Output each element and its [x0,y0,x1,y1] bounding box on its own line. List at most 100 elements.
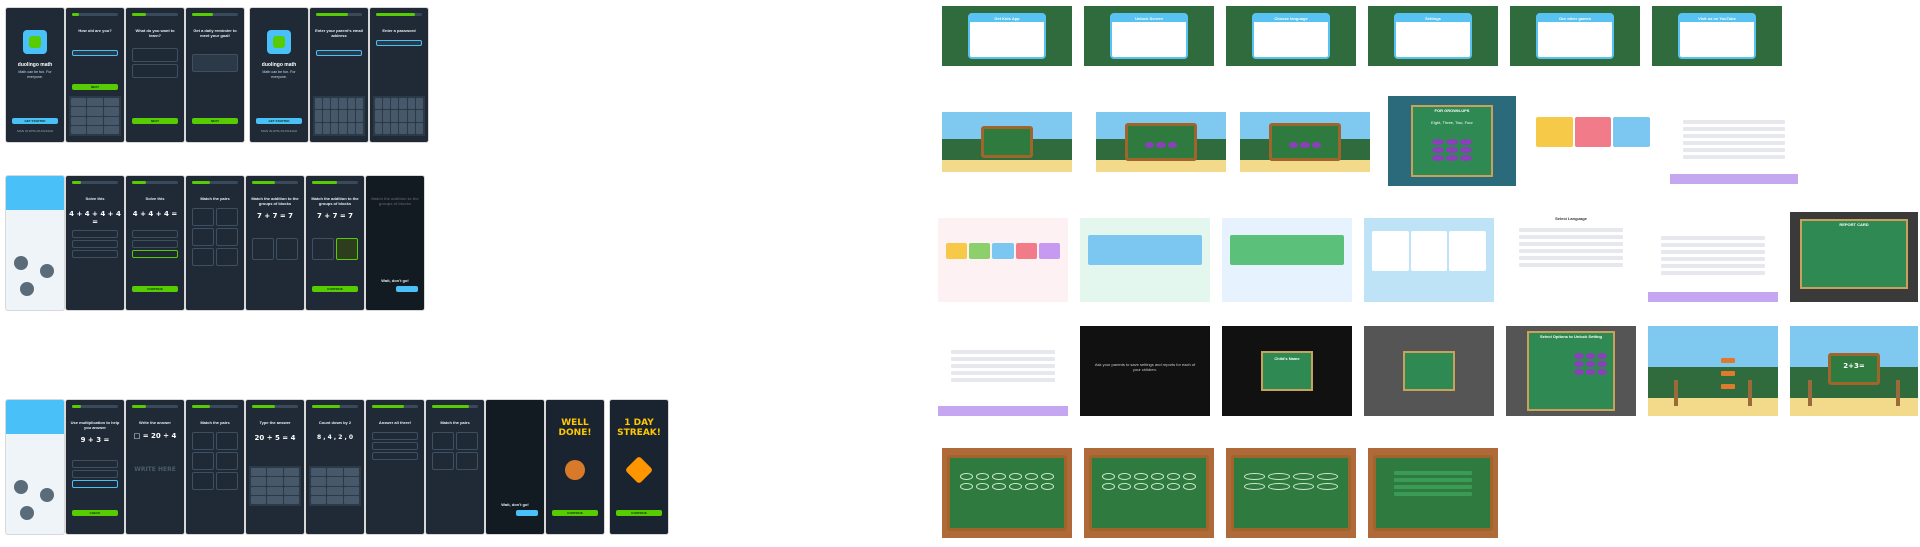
phone-course-map-2 [6,400,64,534]
lesson-nodes[interactable] [14,256,56,298]
answer-buttons[interactable] [1289,142,1321,148]
report-card-title: REPORT CARD [1839,222,1869,227]
pair-grid[interactable] [192,208,238,266]
next-button[interactable]: NEXT [72,84,118,90]
keyboard[interactable] [373,96,425,136]
land-other-games-dialog: Our other games [1510,6,1640,66]
phone-learn-screen: What do you want to learn? NEXT [126,8,184,142]
numeric-keypad[interactable] [249,466,301,506]
sign-in-link[interactable]: SIGN IN WITH DUOLINGO [12,129,58,133]
gate-question: Eight, Three, Two, Four [1431,120,1473,125]
land-books-page [1528,102,1658,184]
phone-match-addition: Match the addition to the groups of bloc… [246,176,304,310]
continue-button[interactable]: CONTINUE [312,286,358,292]
next-button[interactable]: NEXT [132,118,178,124]
feature-banner[interactable] [1087,234,1203,265]
learn-options[interactable] [132,48,178,78]
progress-bar [312,405,358,408]
answer-options[interactable] [72,460,118,488]
sticker-grid[interactable] [1244,473,1338,491]
sticker-board [1089,455,1209,531]
land-child-name: Child's Name [1222,326,1352,416]
sticker-grid[interactable] [960,473,1054,491]
dialog: Get Kids App [968,13,1046,59]
language-list[interactable] [1519,228,1623,270]
get-started-button[interactable]: GET STARTED [12,118,58,124]
prompt: Solve this [145,196,165,201]
email-field[interactable] [316,50,362,56]
land-select-language: Select Language [1506,212,1636,302]
continue-button[interactable]: CONTINUE [552,510,598,516]
book-tiles[interactable] [1535,116,1651,147]
worksheet-tiles[interactable] [1371,231,1487,272]
equation: 7 + 7 = 7 [316,212,354,220]
age-input[interactable] [72,50,118,56]
get-started-button[interactable]: GET STARTED [256,118,302,124]
land-stickers-4 [1368,448,1498,538]
lesson-nodes[interactable] [14,480,56,522]
menu-board[interactable] [981,126,1033,158]
numeric-keypad[interactable] [69,96,121,136]
phone-match-addition-2: Match the addition to the groups of bloc… [306,176,364,310]
phone-welcome-screen-2: duolingo math Math can be fun. For every… [250,8,308,142]
equation: □ = 20 ÷ 4 [133,432,177,440]
stay-button[interactable] [516,510,538,516]
phone-password-screen: Enter a password [370,8,428,142]
keyboard[interactable] [313,96,365,136]
screenshot-collage: duolingo math Math can be fun. For every… [0,0,1920,547]
equation: 4 + 4 + 4 + 4 = [69,210,121,226]
phone-streak: 1 DAY STREAK! CONTINUE [610,400,668,534]
phone-match-pairs-3: Match the pairs [426,400,484,534]
sign-in-link[interactable]: SIGN IN WITH DUOLINGO [256,129,302,133]
prompt: Match the pairs [200,420,230,425]
progress-bar [132,181,178,184]
prompt: Match the addition to the groups of bloc… [371,196,419,206]
write-here-pad[interactable]: WRITE HERE [128,466,182,473]
next-button[interactable]: NEXT [192,118,238,124]
sticker-board [947,455,1067,531]
answer-rows[interactable] [372,432,418,460]
sticker-list[interactable] [1394,471,1472,499]
feature-banner[interactable] [1229,234,1345,265]
answer-options[interactable] [72,230,118,258]
reminder-card[interactable] [192,54,238,72]
quit-message: Wait, don't go! [501,502,529,507]
app-tiles[interactable] [945,243,1061,260]
land-parent-note: Ask your parents to save settings and re… [1080,326,1210,416]
gate-keypad[interactable] [1431,139,1473,162]
continue-button[interactable]: CONTINUE [616,510,662,516]
prompt: Count down by 2 [318,420,352,425]
settings-list[interactable] [1661,236,1765,278]
progress-bar [312,181,358,184]
equation: 20 ÷ 5 = 4 [254,434,296,442]
options-dialog[interactable] [1403,351,1455,391]
stay-button[interactable] [396,286,418,292]
reminder-question: Get a daily reminder to meet your goal! [193,28,237,38]
password-field[interactable] [376,40,422,46]
pair-grid[interactable] [432,432,478,470]
progress-bar [432,405,478,408]
continue-button[interactable]: CONTINUE [132,286,178,292]
app-logo-icon [267,30,291,54]
land-language-dialog: Choose language [1226,6,1356,66]
pair-grid[interactable] [192,432,238,490]
block-options[interactable] [252,238,298,260]
dialog: Choose language [1252,13,1330,59]
sticker-grid[interactable] [1102,473,1196,491]
progress-bar [72,181,118,184]
unlock-keypad[interactable] [1573,353,1608,375]
settings-list[interactable] [1682,120,1786,162]
phone-well-done: WELL DONE! CONTINUE [546,400,604,534]
prompt: Match the pairs [440,420,470,425]
numeric-keypad[interactable] [309,466,361,506]
mascot-icon [560,455,590,485]
check-button[interactable]: CHECK [72,510,118,516]
progress-bar [132,405,178,408]
answer-options[interactable] [132,230,178,258]
answer-buttons[interactable] [1145,142,1177,148]
prompt: Answer all three! [378,420,412,425]
phone-solve-this-2: Solve this 4 + 4 + 4 = CONTINUE [126,176,184,310]
block-options[interactable] [312,238,358,260]
land-stickers-2 [1084,448,1214,538]
settings-list[interactable] [951,350,1055,385]
